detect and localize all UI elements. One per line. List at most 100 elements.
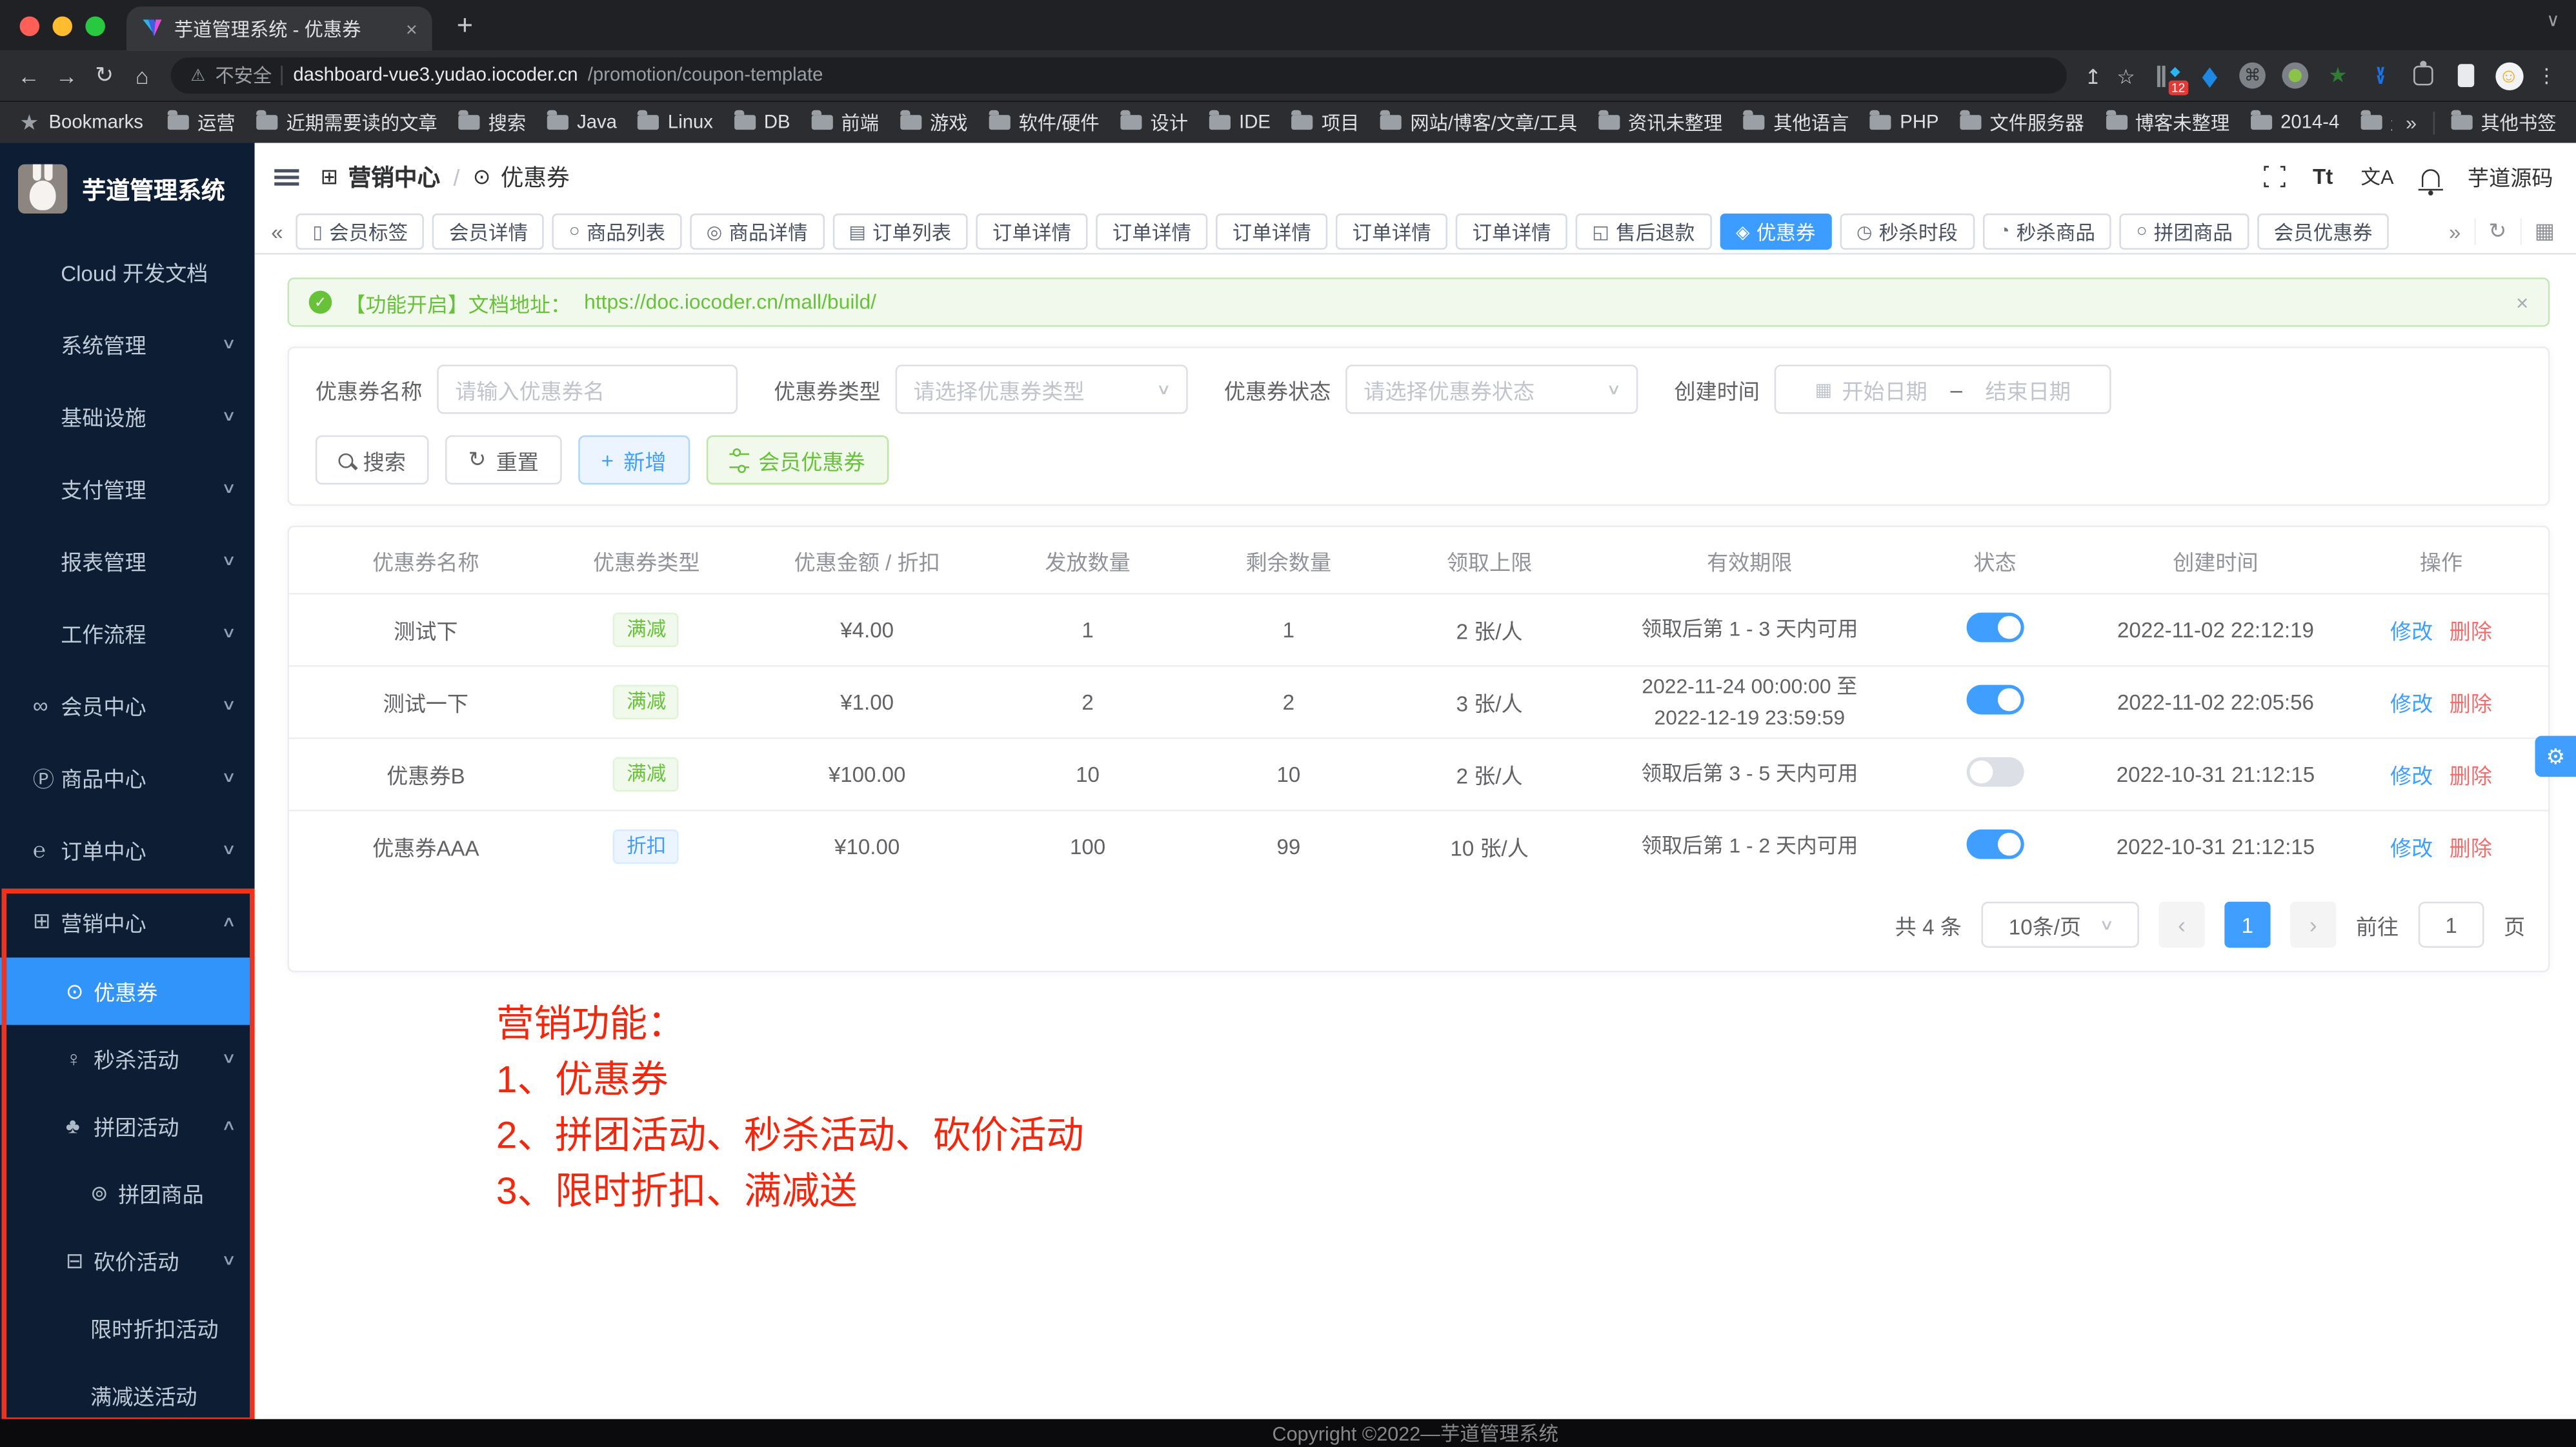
tab-close-icon[interactable]: × [406, 17, 418, 41]
edit-link[interactable]: 修改 [2390, 759, 2433, 790]
status-toggle[interactable] [1966, 830, 2024, 859]
bookmark-item[interactable]: Linux [638, 109, 713, 135]
sidebar-item[interactable]: ℮ 订单中心 ∨ [0, 813, 255, 885]
bookmarks-label[interactable]: Bookmarks [49, 112, 143, 132]
delete-link[interactable]: 删除 [2450, 614, 2492, 645]
bookmark-item[interactable]: 其他语言 [1744, 109, 1849, 135]
alert-link[interactable]: https://doc.iocoder.cn/mall/build/ [584, 291, 876, 314]
edit-link[interactable]: 修改 [2390, 831, 2433, 862]
add-button[interactable]: + 新增 [578, 435, 689, 484]
current-page-button[interactable]: 1 [2224, 902, 2270, 948]
sidebar-item[interactable]: ⊚ 拼团商品 [0, 1159, 255, 1226]
extension-star-icon[interactable] [2323, 61, 2353, 90]
font-size-icon[interactable]: Tt [2313, 165, 2333, 189]
refresh-tab-icon[interactable]: ↻ [2474, 219, 2520, 245]
sidebar-item[interactable]: 报表管理 ∨ [0, 524, 255, 596]
bookmark-item[interactable]: 搜索 [459, 109, 526, 135]
page-size-select[interactable]: 10条/页 ∨ [1981, 902, 2138, 948]
page-tab[interactable]: ◈ 优惠券 [1720, 214, 1832, 250]
share-icon[interactable]: ↥ [2077, 63, 2109, 88]
bookmark-item[interactable]: 项目 [1292, 109, 1359, 135]
browser-menu-icon[interactable]: ⋮ [2537, 64, 2557, 87]
sidebar-item[interactable]: ♀ 秒杀活动 ∨ [0, 1025, 255, 1092]
page-tab[interactable]: 订单详情 [1096, 214, 1207, 250]
extension-chevrons-icon[interactable]: ∨∨ [2366, 61, 2395, 90]
tabs-scroll-left-icon[interactable]: « [271, 219, 283, 244]
delete-link[interactable]: 删除 [2450, 831, 2492, 862]
next-page-button[interactable]: › [2290, 902, 2336, 948]
page-tab[interactable]: ◎ 商品详情 [690, 214, 824, 250]
page-tab[interactable]: 订单详情 [1216, 214, 1327, 250]
status-toggle[interactable] [1966, 613, 2024, 643]
bookmark-item[interactable]: Java [547, 109, 617, 135]
maximize-window-button[interactable] [85, 15, 105, 35]
bookmark-item[interactable]: 游戏 [900, 109, 967, 135]
bookmark-item[interactable]: 资讯未整理 [1598, 109, 1722, 135]
collapse-menu-icon[interactable] [274, 168, 299, 185]
reset-button[interactable]: ↻ 重置 [445, 435, 562, 484]
page-tab[interactable]: ◱ 售后退款 [1576, 214, 1711, 250]
extension-command-icon[interactable]: ⌘ [2238, 61, 2268, 90]
bookmarks-overflow-icon[interactable]: » [2406, 111, 2417, 134]
sidebar-item[interactable]: ⊟ 砍价活动 ∨ [0, 1227, 255, 1294]
new-tab-button[interactable]: + [457, 9, 473, 42]
page-tab[interactable]: ◷ 秒杀时段 [1840, 214, 1975, 250]
sidebar-item[interactable]: Cloud 开发文档 [0, 235, 255, 307]
status-toggle[interactable] [1966, 685, 2024, 715]
page-tab[interactable]: 订单详情 [976, 214, 1087, 250]
sidebar-item[interactable]: ⊞ 营销中心 ∧ [0, 885, 255, 957]
sidebar-item[interactable]: ♣ 拼团活动 ∧ [0, 1092, 255, 1159]
page-tab[interactable]: ○ 拼团商品 [2120, 214, 2249, 250]
extension-recorder-icon[interactable] [2280, 61, 2310, 90]
bookmark-item[interactable]: DB [734, 109, 790, 135]
reload-icon[interactable]: ↻ [85, 63, 123, 89]
page-tab[interactable]: ▤ 订单列表 [832, 214, 968, 250]
page-tab[interactable]: 会员详情 [432, 214, 544, 250]
member-coupon-button[interactable]: 会员优惠券 [706, 435, 889, 484]
language-icon[interactable]: 文A [2361, 163, 2394, 190]
bookmark-item[interactable]: PHP [1870, 109, 1938, 135]
minimize-window-button[interactable] [52, 15, 72, 35]
bookmark-item[interactable]: 前端 [812, 109, 879, 135]
address-bar[interactable]: ⚠ 不安全 dashboard-vue3.yudao.iocoder.cn/pr… [171, 57, 2067, 94]
profile-avatar[interactable] [2494, 61, 2524, 90]
tabs-scroll-right-icon[interactable]: » [2436, 219, 2474, 244]
coupon-type-select[interactable]: 请选择优惠券类型 ∨ [896, 364, 1188, 414]
sidebar-item[interactable]: 支付管理 ∨ [0, 452, 255, 524]
layout-grid-icon[interactable]: ▦ [2520, 219, 2566, 245]
back-icon[interactable]: ← [10, 63, 48, 88]
home-icon[interactable]: ⌂ [123, 63, 161, 88]
page-tab[interactable]: ○ 商品列表 [552, 214, 681, 250]
delete-link[interactable]: 删除 [2450, 686, 2492, 717]
bookmark-item[interactable]: 2014-4 [2251, 109, 2339, 135]
sidebar-item[interactable]: 系统管理 ∨ [0, 307, 255, 379]
bookmark-item[interactable]: IDE [1209, 109, 1271, 135]
page-tab[interactable]: 会员优惠券 [2257, 214, 2389, 250]
notification-bell-icon[interactable] [2422, 169, 2440, 187]
page-tab[interactable]: 订单详情 [1336, 214, 1447, 250]
bookmark-item[interactable]: 网站/博客/文章/工具 [1381, 109, 1577, 135]
extension-blocker-icon[interactable]: 12 [2152, 61, 2182, 90]
tab-search-icon[interactable]: ∨ [2546, 10, 2560, 31]
sidebar-item[interactable]: 基础设施 ∨ [0, 379, 255, 452]
coupon-status-select[interactable]: 请选择优惠券状态 ∨ [1345, 364, 1638, 414]
status-toggle[interactable] [1966, 757, 2024, 787]
breadcrumb-marketing[interactable]: 营销中心 [348, 160, 441, 193]
bookmark-item[interactable]: 软件/硬件 [989, 109, 1100, 135]
bookmark-item[interactable]: 文件服务器 [1960, 109, 2084, 135]
reading-list-icon[interactable] [2451, 61, 2481, 90]
close-window-button[interactable] [20, 15, 40, 35]
page-tab[interactable]: ▯ 会员标签 [296, 214, 425, 250]
search-button[interactable]: 搜索 [316, 435, 429, 484]
sidebar-item[interactable]: ∞ 会员中心 ∨ [0, 668, 255, 741]
alert-close-icon[interactable]: × [2516, 290, 2528, 314]
page-tab[interactable]: 订单详情 [1456, 214, 1567, 250]
goto-page-input[interactable]: 1 [2419, 902, 2484, 948]
bookmark-star-icon[interactable]: ☆ [2109, 63, 2142, 88]
bookmark-item[interactable]: 运营 [168, 109, 235, 135]
bookmark-item[interactable]: 博客未整理 [2106, 109, 2229, 135]
extension-kite-icon[interactable] [2195, 61, 2224, 90]
settings-gear-button[interactable]: ⚙ [2535, 736, 2576, 777]
date-range-picker[interactable]: ▦ 开始日期 – 结束日期 [1775, 364, 2111, 414]
sidebar-item[interactable]: 限时折扣活动 [0, 1294, 255, 1361]
